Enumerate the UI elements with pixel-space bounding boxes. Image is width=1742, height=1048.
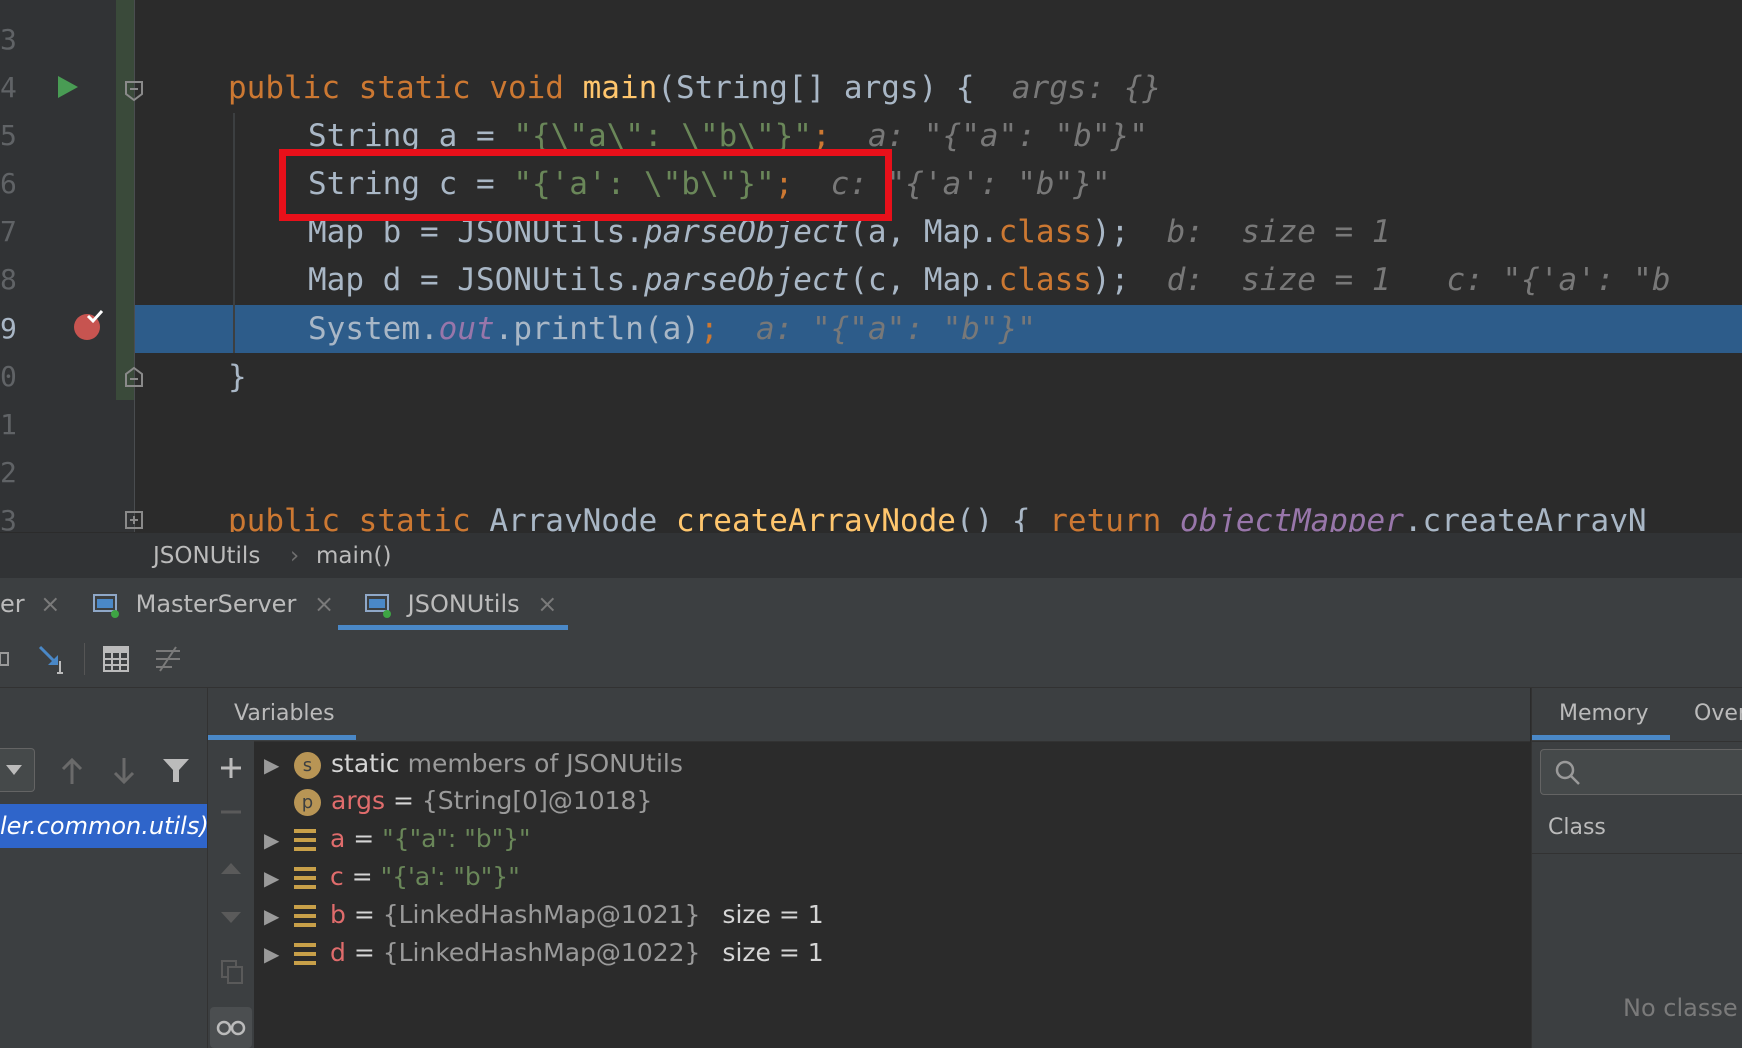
line-number: 6 <box>0 167 17 200</box>
inline-debug-hint: args: {} <box>1011 70 1162 106</box>
active-tab-indicator <box>338 625 568 630</box>
remove-watch-icon[interactable] <box>220 809 242 815</box>
expand-arrow-icon[interactable]: ▶ <box>264 859 294 897</box>
close-icon[interactable]: × <box>314 590 334 618</box>
field-list-icon <box>294 867 316 889</box>
app-window-icon <box>365 594 391 618</box>
filter-icon[interactable] <box>162 758 190 784</box>
code-line-close-brace[interactable]: } <box>228 353 247 401</box>
variables-side-toolbar <box>208 741 254 1048</box>
code-line-println[interactable]: System.out.println(a); a: "{"a": "b"}" <box>308 305 1036 353</box>
line-number: 0 <box>0 360 17 393</box>
evaluate-expression-icon[interactable] <box>102 645 130 673</box>
expand-arrow-icon[interactable]: ▶ <box>264 821 294 859</box>
field-list-icon <box>294 829 316 851</box>
variables-tab[interactable]: Variables <box>234 701 335 726</box>
empty-state-text: No classe <box>1623 994 1738 1022</box>
breadcrumb: JSONUtils › main() <box>0 532 1742 579</box>
code-editor[interactable]: 3 4 5 6 7 8 9 0 1 2 3 public static void… <box>0 0 1742 532</box>
variable-row-d[interactable]: ▶ d = {LinkedHashMap@1022} size = 1 <box>264 934 824 972</box>
debug-session-tabs: er × MasterServer × JSONUtils × <box>0 578 1742 632</box>
close-icon[interactable]: × <box>40 590 60 618</box>
code-line-map-d[interactable]: Map d = JSONUtils.parseObject(c, Map.cla… <box>308 256 1670 304</box>
inline-debug-hint: a: "{"a": "b"}" <box>755 311 1036 347</box>
search-icon <box>1555 760 1580 785</box>
field-list-icon <box>294 905 316 927</box>
line-number: 3 <box>0 23 17 56</box>
tab-session-prev[interactable]: er × <box>0 578 60 631</box>
line-number: 4 <box>0 71 17 104</box>
move-down-icon[interactable] <box>220 911 242 925</box>
change-marker-bar <box>116 0 135 400</box>
parameter-badge-icon: p <box>294 788 321 816</box>
app-window-icon <box>93 594 119 618</box>
variable-row-args[interactable]: p args = {String[0]@1018} <box>264 782 652 820</box>
line-number: 2 <box>0 456 17 489</box>
arrow-down-icon[interactable] <box>112 756 136 786</box>
code-line-main-signature[interactable]: public static void main(String[] args) {… <box>228 64 1161 112</box>
breakpoint-icon[interactable] <box>72 308 106 342</box>
expand-arrow-icon[interactable]: ▶ <box>264 935 294 973</box>
thread-selector[interactable] <box>0 748 35 792</box>
debug-toolbar <box>0 631 1742 688</box>
arrow-up-icon[interactable] <box>60 756 84 786</box>
close-icon[interactable]: × <box>537 590 557 618</box>
copy-icon[interactable] <box>220 959 244 985</box>
tab-master-server[interactable]: MasterServer × <box>92 578 334 631</box>
active-tab-indicator <box>208 735 356 740</box>
run-icon[interactable] <box>56 74 80 100</box>
inline-debug-hint: d: size = 1 c: "{'a': "b <box>1166 262 1671 298</box>
line-number: 7 <box>0 215 17 248</box>
breadcrumb-method[interactable]: main() <box>316 543 391 569</box>
line-number: 1 <box>0 408 17 441</box>
variable-row-b[interactable]: ▶ b = {LinkedHashMap@1021} size = 1 <box>264 896 824 934</box>
glasses-icon <box>216 1020 246 1036</box>
frames-panel <box>0 688 208 1048</box>
indent-guide <box>233 113 235 353</box>
class-column-header[interactable]: Class <box>1532 803 1742 854</box>
add-watch-icon[interactable] <box>220 757 242 779</box>
tab-memory[interactable]: Memory <box>1559 701 1648 726</box>
trace-icon[interactable] <box>154 645 182 673</box>
show-watches-toggle[interactable] <box>210 1007 252 1048</box>
expand-icon[interactable] <box>124 510 144 530</box>
field-list-icon <box>294 943 316 965</box>
expand-arrow-icon[interactable]: ▶ <box>264 746 294 784</box>
run-to-cursor-icon[interactable] <box>36 643 68 675</box>
breadcrumb-file[interactable]: JSONUtils <box>153 543 260 569</box>
tab-overhead[interactable]: Over <box>1694 701 1742 726</box>
variable-row-a[interactable]: ▶ a = "{"a": "b"}" <box>264 820 531 858</box>
line-number: 9 <box>0 312 17 345</box>
line-number: 8 <box>0 263 17 296</box>
line-number: 3 <box>0 504 17 532</box>
variable-row-c[interactable]: ▶ c = "{'a': "b"}" <box>264 858 520 896</box>
move-up-icon[interactable] <box>220 861 242 875</box>
inline-debug-hint: b: size = 1 <box>1166 214 1391 250</box>
active-tab-indicator <box>1532 735 1670 740</box>
tab-jsonutils[interactable]: JSONUtils × <box>364 578 557 631</box>
toolbar-divider <box>84 643 85 675</box>
frame-selected[interactable]: ler.common.utils) <box>0 804 207 848</box>
variables-header: Variables <box>208 688 1530 742</box>
variable-row-static[interactable]: ▶ s static members of JSONUtils <box>264 745 683 783</box>
expand-arrow-icon[interactable]: ▶ <box>264 897 294 935</box>
memory-panel: Memory Over Class No classe <box>1531 688 1742 1048</box>
code-line-create-array-node[interactable]: public static ArrayNode createArrayNode(… <box>228 497 1647 532</box>
breadcrumb-separator: › <box>290 543 300 569</box>
line-number: 5 <box>0 119 17 152</box>
inline-debug-hint: a: "{"a": "b"}" <box>867 118 1148 154</box>
memory-header: Memory Over <box>1532 688 1742 742</box>
highlight-box <box>279 149 892 221</box>
static-badge-icon: s <box>294 751 321 779</box>
fold-icon[interactable] <box>124 80 144 102</box>
memory-search-input[interactable] <box>1540 749 1742 795</box>
step-icon[interactable] <box>0 649 10 669</box>
fold-end-icon[interactable] <box>124 366 144 388</box>
chevron-down-icon <box>6 765 22 775</box>
